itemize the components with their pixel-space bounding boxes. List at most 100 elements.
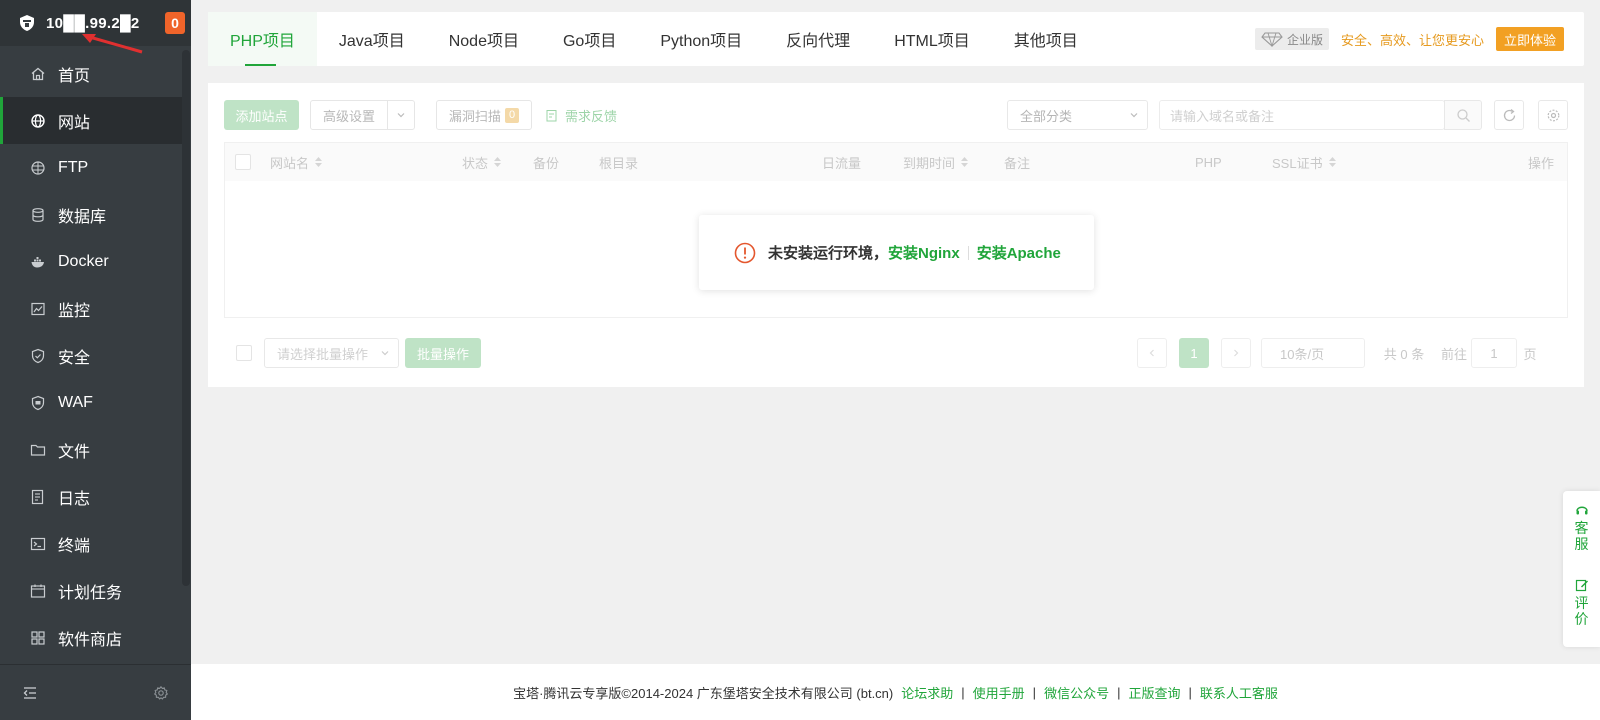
enterprise-tag: 企业版	[1254, 28, 1329, 50]
sidebar-item-database[interactable]: 数据库	[0, 191, 182, 238]
goto-label: 前往	[1440, 346, 1467, 362]
search-input[interactable]: 请输入域名或备注	[1159, 100, 1445, 130]
col-label: PHP	[1195, 154, 1222, 170]
sidebar-item-logs[interactable]: 日志	[0, 473, 182, 520]
ftp-icon	[31, 160, 45, 175]
sidebar: 10██.99.2█2 0 首页 网站 FTP 数据库 Docker 监控 安全…	[0, 0, 191, 720]
alert-count-badge[interactable]: 0	[165, 12, 185, 34]
tab-html[interactable]: HTML项目	[872, 12, 992, 66]
folder-icon	[30, 444, 46, 456]
sidebar-scrollbar[interactable]	[182, 50, 190, 586]
grid-icon	[31, 630, 45, 645]
sidebar-item-label: Docker	[58, 252, 109, 270]
review-button[interactable]: 评价	[1575, 552, 1589, 627]
footer-link-wechat[interactable]: 微信公众号	[1044, 683, 1109, 702]
vuln-count-badge: 0	[504, 107, 520, 123]
tab-php[interactable]: PHP项目	[208, 12, 317, 66]
feedback-label: 需求反馈	[565, 108, 618, 124]
toast-message: 未安装运行环境，	[768, 245, 889, 262]
tab-node[interactable]: Node项目	[427, 12, 541, 66]
sidebar-item-label: 软件商店	[58, 631, 123, 649]
tab-reverse-proxy[interactable]: 反向代理	[764, 12, 872, 66]
copyright-text: 宝塔·腾讯云专享版©2014-2024 广东堡塔安全技术有限公司 (bt.cn)	[513, 685, 894, 701]
footer-separator: |	[1117, 684, 1121, 700]
sidebar-item-monitor[interactable]: 监控	[0, 285, 182, 332]
sidebar-footer	[0, 664, 191, 720]
edit-icon	[546, 109, 557, 121]
column-settings-button[interactable]	[1538, 100, 1568, 130]
sort-icon	[315, 157, 323, 167]
col-label: 日流量	[822, 155, 862, 171]
collapse-menu-icon[interactable]	[22, 685, 38, 701]
select-all-checkbox[interactable]	[235, 154, 251, 170]
log-icon	[31, 489, 44, 504]
sidebar-item-label: 数据库	[58, 208, 107, 226]
footer-link-forum[interactable]: 论坛求助	[901, 683, 953, 702]
col-php: PHP	[1195, 143, 1222, 181]
tab-other[interactable]: 其他项目	[992, 12, 1100, 66]
table-header: 网站名 状态 备份 根目录 日流量 到期时间 备注 PHP SSL证书 操作	[225, 143, 1567, 181]
sidebar-item-cron[interactable]: 计划任务	[0, 567, 182, 614]
add-site-button[interactable]: 添加站点	[224, 100, 299, 130]
page-number-current[interactable]: 1	[1179, 338, 1209, 368]
col-label: 状态	[462, 155, 489, 171]
refresh-button[interactable]	[1494, 100, 1524, 130]
sidebar-item-website[interactable]: 网站	[0, 97, 182, 144]
advanced-settings-button[interactable]: 高级设置	[310, 100, 388, 130]
advanced-dropdown-toggle[interactable]	[387, 100, 415, 130]
col-status[interactable]: 状态	[462, 143, 502, 181]
col-sitename[interactable]: 网站名	[270, 143, 323, 181]
goto-page-input[interactable]: 1	[1471, 338, 1517, 368]
try-now-button[interactable]: 立即体验	[1495, 27, 1564, 51]
bulk-action-select[interactable]: 请选择批量操作	[264, 338, 399, 368]
search-button[interactable]	[1444, 100, 1482, 130]
bulk-action-placeholder: 请选择批量操作	[277, 346, 369, 362]
sidebar-item-waf[interactable]: WAF	[0, 379, 182, 426]
bulk-select-checkbox[interactable]	[236, 345, 252, 361]
sidebar-item-store[interactable]: 软件商店	[0, 614, 182, 661]
chevron-down-icon	[1130, 113, 1138, 118]
footer-link-license[interactable]: 正版查询	[1128, 683, 1180, 702]
terminal-icon	[30, 537, 46, 550]
enterprise-slogan: 安全、高效、让您更安心	[1340, 32, 1484, 48]
col-backup: 备份	[533, 143, 559, 181]
tab-go[interactable]: Go项目	[541, 12, 638, 66]
edit-icon	[1575, 579, 1588, 592]
headset-icon	[1575, 506, 1588, 515]
next-page-button[interactable]	[1221, 338, 1251, 368]
sidebar-item-security[interactable]: 安全	[0, 332, 182, 379]
install-nginx-link[interactable]: 安装Nginx	[888, 242, 960, 263]
vuln-scan-button[interactable]: 漏洞扫描 0	[436, 100, 532, 130]
sidebar-item-label: WAF	[58, 393, 93, 411]
sidebar-item-docker[interactable]: Docker	[0, 238, 182, 285]
tab-python[interactable]: Python项目	[638, 12, 764, 66]
sidebar-item-ftp[interactable]: FTP	[0, 144, 182, 191]
docker-icon	[31, 256, 44, 267]
sidebar-item-label: 首页	[58, 67, 91, 85]
home-icon	[31, 67, 45, 80]
footer-separator: |	[961, 684, 965, 700]
feedback-link[interactable]: 需求反馈	[546, 100, 617, 130]
total-count: 共 0 条	[1383, 346, 1425, 362]
prev-page-button[interactable]	[1137, 338, 1167, 368]
install-apache-link[interactable]: 安装Apache	[977, 242, 1061, 263]
sidebar-item-files[interactable]: 文件	[0, 426, 182, 473]
bulk-action-button[interactable]: 批量操作	[405, 338, 481, 368]
tab-java[interactable]: Java项目	[317, 12, 427, 66]
chevron-right-icon	[1234, 349, 1239, 357]
sidebar-item-home[interactable]: 首页	[0, 50, 182, 97]
database-icon	[32, 207, 44, 222]
sidebar-item-label: 计划任务	[58, 584, 123, 602]
col-expiry[interactable]: 到期时间	[903, 143, 969, 181]
customer-service-button[interactable]: 客服	[1575, 491, 1589, 552]
settings-gear-icon[interactable]	[153, 685, 169, 701]
server-header[interactable]: 10██.99.2█2 0	[0, 0, 191, 54]
col-label: 备注	[1004, 155, 1031, 171]
footer-link-support[interactable]: 联系人工客服	[1200, 683, 1278, 702]
page-size-select[interactable]: 10条/页	[1261, 338, 1365, 368]
server-ip: 10██.99.2█2	[46, 14, 140, 32]
category-select[interactable]: 全部分类	[1007, 100, 1148, 130]
footer-link-manual[interactable]: 使用手册	[973, 683, 1025, 702]
col-ssl[interactable]: SSL证书	[1272, 143, 1336, 181]
sidebar-item-terminal[interactable]: 终端	[0, 520, 182, 567]
